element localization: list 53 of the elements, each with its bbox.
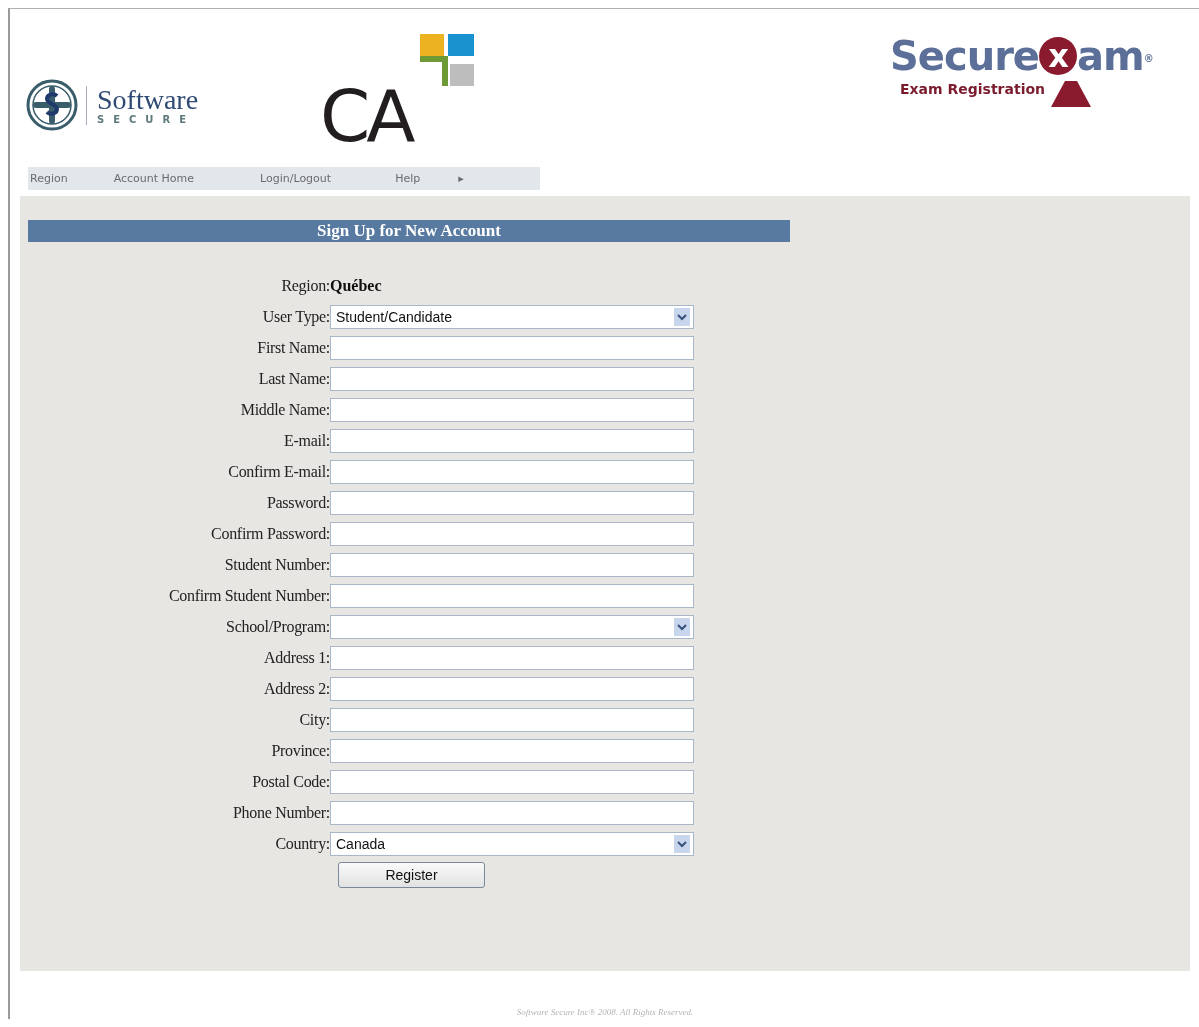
field-label: Address 1: xyxy=(263,648,330,669)
field-label: City: xyxy=(298,710,330,731)
input-field[interactable] xyxy=(330,429,694,454)
field-label: Phone Number: xyxy=(232,803,330,824)
input-field[interactable] xyxy=(330,677,694,702)
copyright-text: Software Secure Inc® 2008. All Rights Reserved. xyxy=(516,1007,694,1017)
section-title: Sign Up for New Account xyxy=(28,220,790,243)
input-field[interactable] xyxy=(330,367,694,392)
nav-link[interactable]: Login/Logout xyxy=(260,171,332,185)
dropdown-field[interactable]: Canada xyxy=(330,832,694,857)
dropdown-field[interactable]: Student/Candidate xyxy=(330,305,694,330)
logo-tagline: SECURE xyxy=(97,113,197,125)
field-label: Last Name: xyxy=(257,369,330,390)
input-field[interactable] xyxy=(330,739,694,764)
keyhole-icon xyxy=(1051,81,1092,107)
field-label: Confirm Student Number: xyxy=(167,586,330,607)
input-field[interactable] xyxy=(330,553,694,578)
field-value: Québec xyxy=(330,276,382,297)
dropdown-field[interactable] xyxy=(330,615,694,640)
register-button[interactable]: Register xyxy=(338,862,485,889)
input-field[interactable] xyxy=(330,460,694,485)
input-field[interactable] xyxy=(330,398,694,423)
input-field[interactable] xyxy=(330,708,694,733)
field-label: Country: xyxy=(274,834,330,855)
field-label: Password: xyxy=(265,493,330,514)
nav-link[interactable]: Account Home xyxy=(113,171,195,185)
field-label: User Type: xyxy=(261,307,330,328)
nav-link[interactable]: Help xyxy=(395,171,421,185)
securexam-logo: Secure x am® xyxy=(890,32,1153,81)
field-label: Confirm Password: xyxy=(210,524,330,545)
ca-logo: CA xyxy=(320,80,412,152)
field-label: Middle Name: xyxy=(239,400,330,421)
logo-subtitle: Exam Registration xyxy=(900,81,1046,97)
field-label: Student Number: xyxy=(223,555,330,576)
nav-link[interactable]: ▸ xyxy=(458,171,464,185)
field-label: Region: xyxy=(280,276,330,297)
field-label: Province: xyxy=(270,741,330,762)
field-label: Postal Code: xyxy=(251,772,330,793)
input-field[interactable] xyxy=(330,491,694,516)
input-field[interactable] xyxy=(330,801,694,826)
input-field[interactable] xyxy=(330,336,694,361)
field-label: E-mail: xyxy=(283,431,330,452)
input-field[interactable] xyxy=(330,646,694,671)
input-field[interactable] xyxy=(330,522,694,547)
logo-wordmark: Software xyxy=(97,85,199,114)
field-label: Confirm E-mail: xyxy=(227,462,330,483)
field-label: Address 2: xyxy=(263,679,330,700)
field-label: School/Program: xyxy=(225,617,330,638)
input-field[interactable] xyxy=(330,584,694,609)
software-secure-logo-icon xyxy=(26,79,78,131)
field-label: First Name: xyxy=(256,338,330,359)
input-field[interactable] xyxy=(330,770,694,795)
nav-link[interactable]: Region xyxy=(30,171,68,185)
